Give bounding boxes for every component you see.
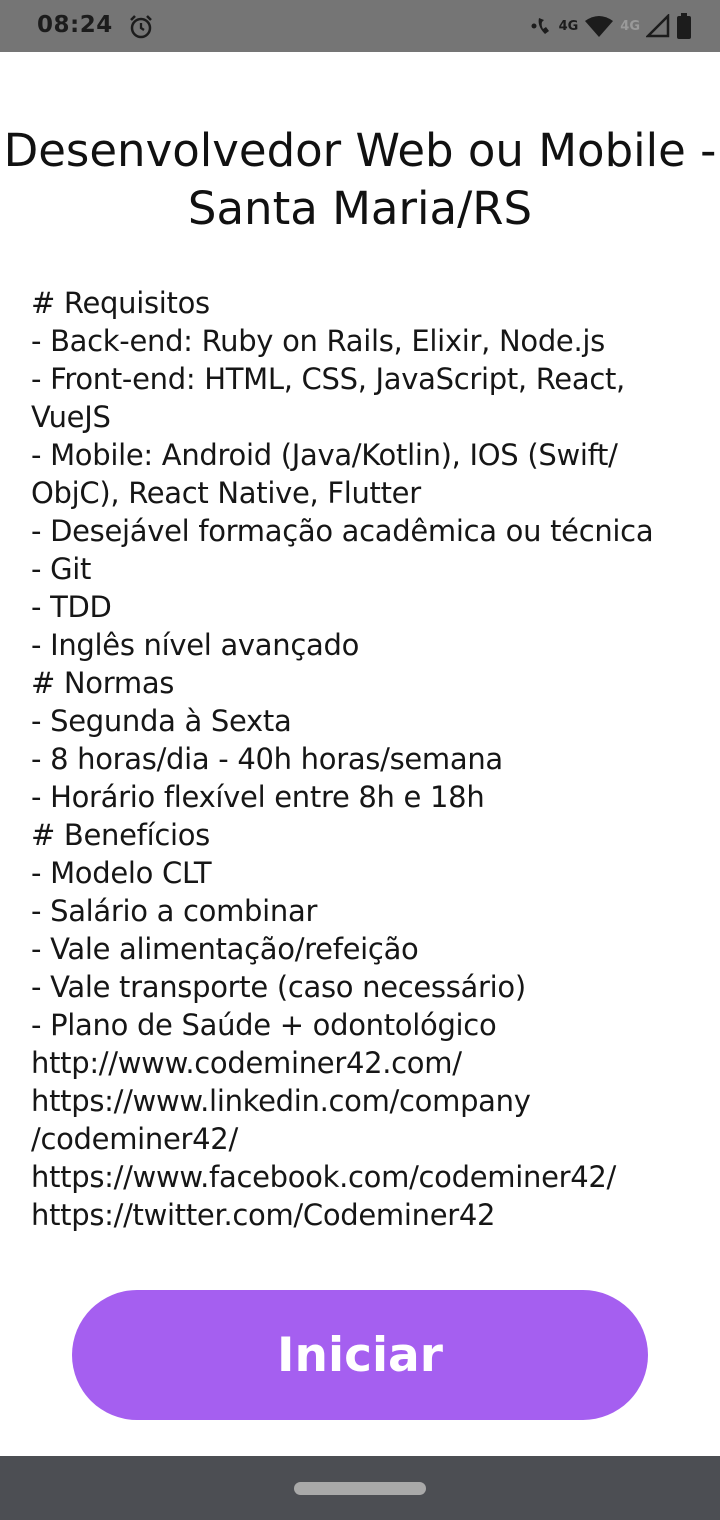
website-link: http://www.codeminer42.com/ (31, 1046, 462, 1080)
description-line: - Vale transporte (caso necessário) (31, 970, 526, 1004)
facebook-link: https://www.facebook.com/codeminer42/ (31, 1160, 617, 1194)
description-line: - 8 horas/dia - 40h horas/semana (31, 742, 503, 776)
description-line: - Back-end: Ruby on Rails, Elixir, Node.… (31, 324, 605, 358)
battery-icon (676, 12, 692, 40)
alarm-icon (128, 14, 154, 40)
wifi-calling-icon (531, 14, 553, 38)
page-title-line: Desenvolvedor Web ou Mobile - (3, 124, 717, 177)
signal-icon (646, 14, 670, 38)
start-button[interactable]: Iniciar (72, 1290, 648, 1420)
status-bar: 08:24 4G 4G (0, 0, 720, 52)
description-line: - Desejável formação acadêmica ou técnic… (31, 514, 654, 548)
description-line: # Normas (31, 666, 175, 700)
description-line: - Vale alimentação/refeição (31, 932, 419, 966)
description-line: - Plano de Saúde + odontológico (31, 1008, 497, 1042)
twitter-link: https://twitter.com/Codeminer42 (31, 1198, 496, 1232)
description-line: - Salário a combinar (31, 894, 318, 928)
description-line: # Benefícios (31, 818, 210, 852)
description-line: - Segunda à Sexta (31, 704, 292, 738)
description-line: - Git (31, 552, 92, 586)
page-title-line: Santa Maria/RS (187, 182, 533, 235)
description-line: - Inglês nível avançado (31, 628, 360, 662)
description-line: - Modelo CLT (31, 856, 212, 890)
description-line: - Mobile: Android (Java/Kotlin), IOS (Sw… (31, 438, 618, 472)
page-title: Desenvolvedor Web ou Mobile - Santa Mari… (0, 122, 720, 238)
network-type-label: 4G (558, 18, 579, 34)
status-time: 08:24 (37, 12, 113, 38)
linkedin-link: https://www.linkedin.com/company (31, 1084, 531, 1118)
description-line: - Horário flexível entre 8h e 18h (31, 780, 485, 814)
job-description: # Requisitos - Back-end: Ruby on Rails, … (31, 284, 671, 1234)
status-icons: 4G 4G (531, 10, 692, 42)
description-line: # Requisitos (31, 286, 210, 320)
wifi-icon (584, 14, 614, 38)
description-line: - Front-end: HTML, CSS, JavaScript, Reac… (31, 362, 625, 396)
home-gesture-handle[interactable] (294, 1482, 426, 1495)
linkedin-link-continued: /codeminer42/ (31, 1122, 238, 1156)
description-line: - TDD (31, 590, 112, 624)
network-type-label-secondary: 4G (620, 18, 640, 34)
description-line: ObjC), React Native, Flutter (31, 476, 421, 510)
description-line: VueJS (31, 400, 111, 434)
